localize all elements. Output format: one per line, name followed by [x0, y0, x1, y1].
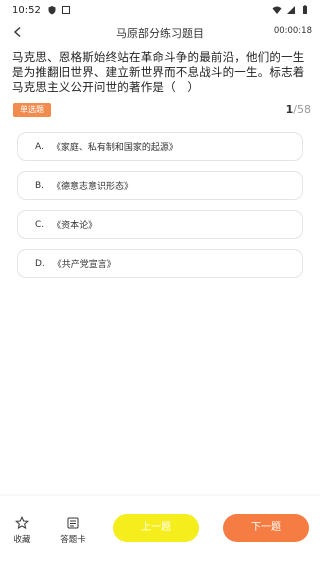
status-time: 10:52 [12, 4, 41, 16]
option-letter: D. [35, 258, 45, 269]
total-questions: /58 [293, 103, 311, 116]
signal-icon [287, 6, 295, 14]
option-a[interactable]: A. 《家庭、私有制和国家的起源》 [17, 132, 303, 161]
notification-icon [61, 6, 70, 14]
answer-card-label: 答题卡 [60, 535, 86, 545]
option-text: 《共产党宣言》 [52, 260, 116, 270]
answer-card-button[interactable]: 答题卡 [53, 516, 93, 545]
battery-icon [303, 5, 307, 14]
option-text: 《资本论》 [52, 221, 98, 231]
wifi-icon [272, 6, 282, 14]
option-letter: C. [35, 219, 45, 230]
option-letter: A. [35, 141, 44, 152]
status-bar: 10:52 [0, 0, 320, 20]
shield-icon [48, 6, 56, 15]
favorite-label: 收藏 [13, 535, 31, 545]
option-text: 《家庭、私有制和国家的起源》 [51, 143, 178, 153]
favorite-button[interactable]: 收藏 [2, 516, 42, 545]
previous-question-button[interactable]: 上一题 [113, 514, 199, 542]
page-title: 马原部分练习题目 [116, 27, 204, 40]
question-type-badge: 单选题 [13, 103, 51, 117]
option-text: 《德意志意识形态》 [52, 182, 134, 192]
answer-card-icon [67, 517, 79, 529]
next-question-button[interactable]: 下一题 [223, 514, 309, 542]
option-d[interactable]: D. 《共产党宣言》 [17, 249, 303, 278]
question-text: 马克思、恩格斯始终站在革命斗争的最前沿，他们的一生是为推翻旧世界、建立新世界而不… [12, 50, 305, 94]
question-progress: 1/58 [286, 103, 311, 116]
nav-bar: 马原部分练习题目 00:00:18 [0, 20, 320, 44]
option-c[interactable]: C. 《资本论》 [17, 210, 303, 239]
options-list: A. 《家庭、私有制和国家的起源》 B. 《德意志意识形态》 C. 《资本论》 D. 《… [17, 132, 303, 288]
option-letter: B. [35, 180, 45, 191]
option-b[interactable]: B. 《德意志意识形态》 [17, 171, 303, 200]
timer: 00:00:18 [273, 26, 312, 36]
star-icon [15, 516, 29, 530]
